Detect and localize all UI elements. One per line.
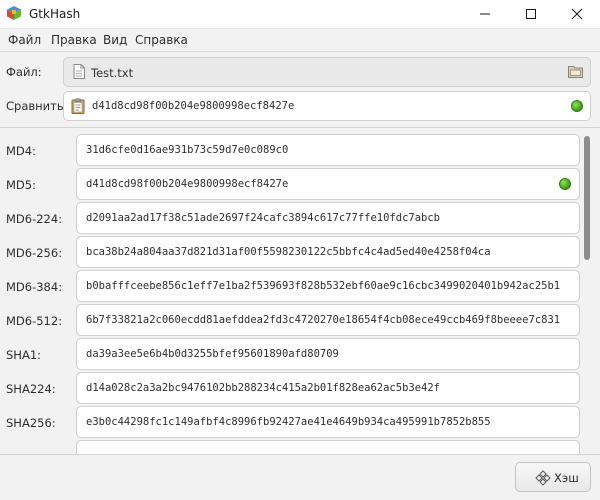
hash-label: SHA256: — [6, 416, 56, 430]
folder-icon — [568, 66, 583, 78]
match-indicator-icon — [571, 100, 583, 112]
hash-icon — [535, 470, 551, 486]
hash-value: b0bafffceebe856c1eff7e1ba2f539693f828b53… — [86, 280, 561, 292]
file-label: Файл: — [6, 65, 42, 79]
hash-row-md6-384: MD6-384: b0bafffceebe856c1eff7e1ba2f5396… — [0, 270, 600, 304]
scrollbar-thumb[interactable] — [584, 136, 590, 260]
separator — [0, 454, 600, 455]
file-name: Test.txt — [91, 66, 134, 80]
hash-value-field[interactable]: 6b7f33821a2c060ecdd81aefddea2fd3c4720270… — [76, 304, 580, 336]
hash-row-sha224: SHA224: d14a028c2a3a2bc9476102bb288234c4… — [0, 372, 600, 406]
hash-row-sha1: SHA1: da39a3ee5e6b4b0d3255bfef95601890af… — [0, 338, 600, 372]
window-title: GtkHash — [29, 7, 81, 21]
hash-value-field[interactable] — [76, 440, 580, 454]
hash-row-partial — [0, 440, 600, 454]
hash-value: e3b0c44298fc1c149afbf4c8996fb92427ae41e4… — [86, 416, 491, 428]
hash-value: d2091aa2ad17f38c51ade2697f24cafc3894c617… — [86, 212, 441, 224]
hash-value-field[interactable]: b0bafffceebe856c1eff7e1ba2f539693f828b53… — [76, 270, 580, 302]
menu-bar: Файл Правка Вид Справка — [0, 29, 600, 52]
minimize-button[interactable] — [462, 0, 508, 28]
hash-label: MD4: — [6, 144, 36, 158]
hash-row-md6-256: MD6-256: bca38b24a804aa37d821d31af00f559… — [0, 236, 600, 270]
hash-value-field[interactable]: da39a3ee5e6b4b0d3255bfef95601890afd80709 — [76, 338, 580, 370]
hash-label: MD6-384: — [6, 280, 63, 294]
hash-label: MD6-512: — [6, 314, 63, 328]
hash-value-field[interactable]: d2091aa2ad17f38c51ade2697f24cafc3894c617… — [76, 202, 580, 234]
hash-label: SHA1: — [6, 348, 42, 362]
hash-value: bca38b24a804aa37d821d31af00f5598230122c5… — [86, 246, 491, 258]
hash-label: SHA224: — [6, 382, 56, 396]
document-icon — [73, 64, 85, 79]
hash-value-field[interactable]: d41d8cd98f00b204e9800998ecf8427e — [76, 168, 580, 200]
gtkhash-app-icon — [7, 6, 21, 20]
file-chooser-button[interactable]: Test.txt — [63, 57, 591, 87]
title-bar: GtkHash — [0, 0, 600, 29]
hash-label: MD5: — [6, 178, 36, 192]
hash-list[interactable]: MD4: 31d6cfe0d16ae931b73c59d7e0c089c0 MD… — [0, 128, 600, 454]
menu-file[interactable]: Файл — [8, 33, 41, 47]
maximize-icon — [526, 9, 536, 19]
maximize-button[interactable] — [508, 0, 554, 28]
close-button[interactable] — [554, 0, 600, 28]
menu-view[interactable]: Вид — [103, 33, 127, 47]
hash-row-md5: MD5: d41d8cd98f00b204e9800998ecf8427e — [0, 168, 600, 202]
hash-label: MD6-256: — [6, 246, 63, 260]
close-icon — [571, 8, 583, 20]
hash-value-field[interactable]: 31d6cfe0d16ae931b73c59d7e0c089c0 — [76, 134, 580, 166]
hash-value: d41d8cd98f00b204e9800998ecf8427e — [86, 178, 289, 190]
hash-value: 6b7f33821a2c060ecdd81aefddea2fd3c4720270… — [86, 314, 561, 326]
hash-row-md4: MD4: 31d6cfe0d16ae931b73c59d7e0c089c0 — [0, 134, 600, 168]
hash-row-md6-512: MD6-512: 6b7f33821a2c060ecdd81aefddea2fd… — [0, 304, 600, 338]
hash-value: d14a028c2a3a2bc9476102bb288234c415a2b01f… — [86, 382, 441, 394]
hash-button[interactable]: Хэш — [515, 462, 591, 492]
hash-value-field[interactable]: e3b0c44298fc1c149afbf4c8996fb92427ae41e4… — [76, 406, 580, 438]
compare-value: d41d8cd98f00b204e9800998ecf8427e — [92, 100, 295, 112]
hash-value: 31d6cfe0d16ae931b73c59d7e0c089c0 — [86, 144, 289, 156]
compare-input[interactable]: d41d8cd98f00b204e9800998ecf8427e — [63, 91, 591, 121]
menu-help[interactable]: Справка — [135, 33, 188, 47]
hash-row-md6-224: MD6-224: d2091aa2ad17f38c51ade2697f24caf… — [0, 202, 600, 236]
menu-edit[interactable]: Правка — [51, 33, 97, 47]
hash-label: MD6-224: — [6, 212, 63, 226]
match-indicator-icon — [559, 178, 571, 190]
hash-button-label: Хэш — [554, 471, 579, 485]
hash-value-field[interactable]: bca38b24a804aa37d821d31af00f5598230122c5… — [76, 236, 580, 268]
hash-value: da39a3ee5e6b4b0d3255bfef95601890afd80709 — [86, 348, 339, 360]
hash-row-sha256: SHA256: e3b0c44298fc1c149afbf4c8996fb924… — [0, 406, 600, 440]
hash-value-field[interactable]: d14a028c2a3a2bc9476102bb288234c415a2b01f… — [76, 372, 580, 404]
minimize-icon — [480, 13, 490, 15]
clipboard-icon — [71, 98, 85, 114]
compare-label: Сравнить: — [6, 99, 68, 113]
